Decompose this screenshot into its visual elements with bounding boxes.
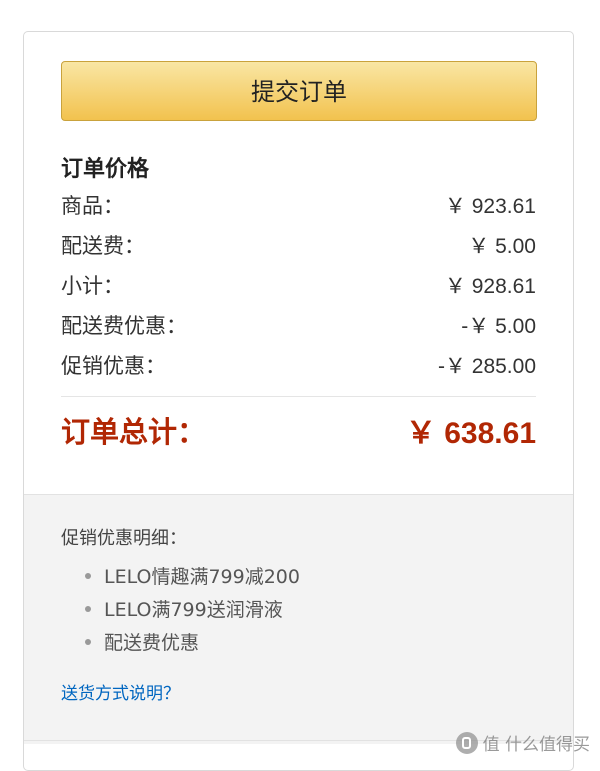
price-row-value: -￥ 5.00: [461, 315, 536, 338]
price-row-label: 促销优惠：: [61, 354, 166, 378]
bullet-icon: [85, 638, 91, 645]
promotion-item: 配送费优惠: [61, 625, 536, 658]
order-total-value: ￥ 638.61: [405, 417, 536, 450]
price-row-value: ￥ 923.61: [444, 195, 536, 218]
bullet-icon: [85, 572, 91, 579]
price-row-items: 商品： ￥ 923.61: [61, 185, 536, 225]
promotion-details-heading: 促销优惠明细：: [61, 528, 187, 549]
order-price-title: 订单价格: [61, 157, 150, 182]
order-summary-panel: 提交订单 订单价格 商品： ￥ 923.61 配送费： ￥ 5.00 小计： ￥…: [23, 31, 574, 771]
watermark-text: 值 什么值得买: [482, 735, 590, 755]
order-total-row: 订单总计： ￥ 638.61: [61, 397, 536, 463]
price-row-shipping-discount: 配送费优惠： -￥ 5.00: [61, 305, 536, 345]
promotion-item-label: LELO情趣满799减200: [104, 566, 300, 588]
price-row-label: 小计：: [61, 274, 124, 298]
watermark: 值 什么值得买: [455, 730, 590, 755]
price-row-shipping: 配送费： ￥ 5.00: [61, 225, 536, 265]
submit-order-button[interactable]: 提交订单: [61, 61, 537, 121]
price-row-promotion-discount: 促销优惠： -￥ 285.00: [61, 345, 536, 385]
price-row-value: -￥ 285.00: [437, 355, 536, 378]
promotion-item-label: LELO满799送润滑液: [104, 599, 283, 621]
order-summary-top: 提交订单 订单价格 商品： ￥ 923.61 配送费： ￥ 5.00 小计： ￥…: [24, 32, 573, 494]
order-total-label: 订单总计：: [61, 415, 207, 449]
price-row-label: 配送费优惠：: [61, 314, 187, 338]
shipping-method-link[interactable]: 送货方式说明？: [61, 679, 180, 704]
smzdm-logo-icon: [455, 731, 478, 754]
promotion-details-section: 促销优惠明细： LELO情趣满799减200 LELO满799送润滑液 配送费优…: [24, 494, 573, 744]
bullet-icon: [85, 605, 91, 612]
price-row-value: ￥ 5.00: [468, 235, 536, 258]
promotion-item-label: 配送费优惠: [104, 632, 200, 654]
promotion-item: LELO满799送润滑液: [61, 592, 536, 625]
promotion-item: LELO情趣满799减200: [61, 559, 536, 592]
promotion-list: LELO情趣满799减200 LELO满799送润滑液 配送费优惠: [61, 559, 536, 658]
price-row-label: 商品：: [61, 194, 124, 218]
price-row-value: ￥ 928.61: [444, 275, 536, 298]
price-row-label: 配送费：: [61, 234, 145, 258]
price-row-subtotal: 小计： ￥ 928.61: [61, 265, 536, 305]
